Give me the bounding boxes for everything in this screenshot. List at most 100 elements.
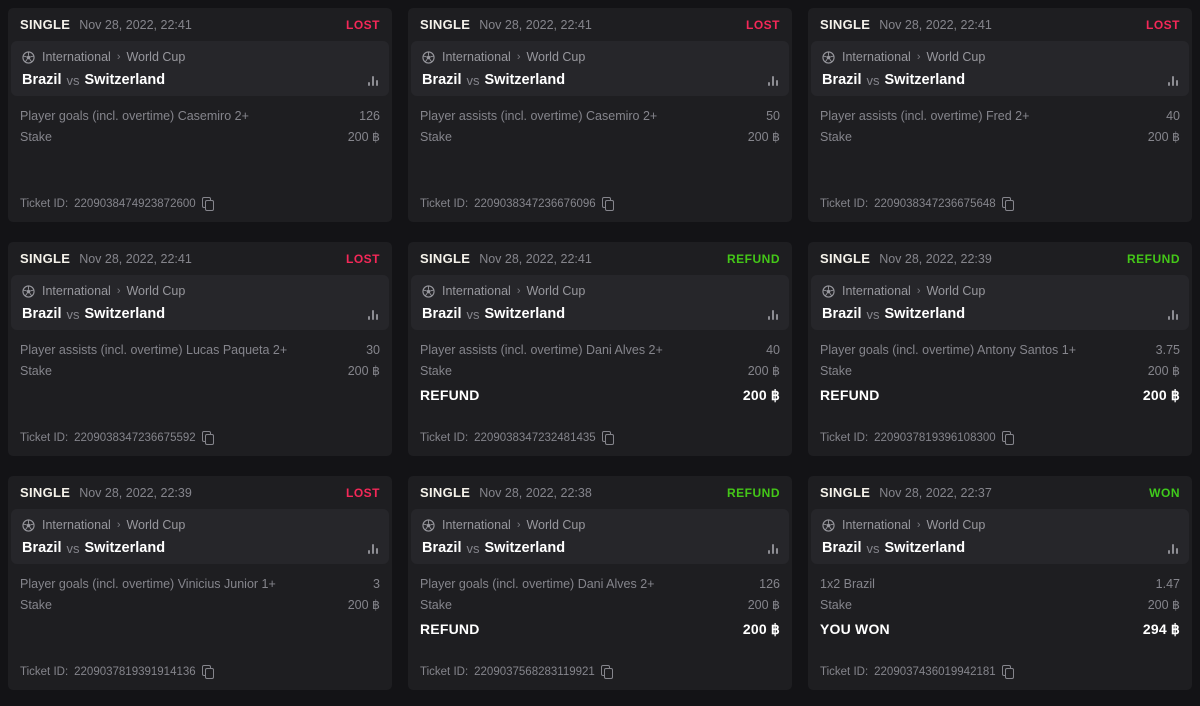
ticket-header: SINGLE Nov 28, 2022, 22:41 REFUND xyxy=(420,242,780,275)
market-row: Player goals (incl. overtime) Antony San… xyxy=(820,340,1180,360)
league-category[interactable]: International xyxy=(842,284,911,298)
bar-chart-icon[interactable] xyxy=(368,309,378,320)
bet-details: Player assists (incl. overtime) Casemiro… xyxy=(420,106,780,147)
copy-icon[interactable] xyxy=(1002,197,1014,210)
copy-icon[interactable] xyxy=(202,197,214,210)
event-panel[interactable]: International › World Cup Brazil vs Swit… xyxy=(411,275,789,330)
market-row: Player assists (incl. overtime) Dani Alv… xyxy=(420,340,780,360)
ticket-header: SINGLE Nov 28, 2022, 22:41 LOST xyxy=(420,8,780,41)
event-panel[interactable]: International › World Cup Brazil vs Swit… xyxy=(11,509,389,564)
bar-chart-icon[interactable] xyxy=(768,543,778,554)
market-label: Player goals (incl. overtime) Dani Alves… xyxy=(420,577,654,591)
league-category[interactable]: International xyxy=(442,284,511,298)
league-name[interactable]: World Cup xyxy=(926,50,985,64)
copy-icon[interactable] xyxy=(1002,665,1014,678)
league-category[interactable]: International xyxy=(442,518,511,532)
event-panel[interactable]: International › World Cup Brazil vs Swit… xyxy=(411,509,789,564)
away-team: Switzerland xyxy=(885,72,966,88)
vs-label: vs xyxy=(867,73,880,88)
vs-label: vs xyxy=(67,73,80,88)
bar-chart-icon[interactable] xyxy=(1168,75,1178,86)
bar-chart-icon[interactable] xyxy=(1168,543,1178,554)
result-value: 294 ฿ xyxy=(1143,621,1180,638)
league-category[interactable]: International xyxy=(842,50,911,64)
soccer-ball-icon xyxy=(422,519,435,532)
event-panel[interactable]: International › World Cup Brazil vs Swit… xyxy=(11,275,389,330)
league-name[interactable]: World Cup xyxy=(126,518,185,532)
bet-details: Player assists (incl. overtime) Fred 2+ … xyxy=(820,106,1180,147)
bet-details: Player assists (incl. overtime) Dani Alv… xyxy=(420,340,780,407)
bet-type-label: SINGLE xyxy=(420,485,470,500)
league-name[interactable]: World Cup xyxy=(126,284,185,298)
result-value: 200 ฿ xyxy=(743,621,780,638)
bet-ticket-card[interactable]: SINGLE Nov 28, 2022, 22:41 LOST Internat… xyxy=(8,242,392,456)
teams-row: Brazil vs Switzerland xyxy=(422,540,778,556)
bet-ticket-card[interactable]: SINGLE Nov 28, 2022, 22:41 LOST Internat… xyxy=(808,8,1192,222)
copy-icon[interactable] xyxy=(202,431,214,444)
bet-ticket-card[interactable]: SINGLE Nov 28, 2022, 22:41 LOST Internat… xyxy=(408,8,792,222)
league-row: International › World Cup xyxy=(422,518,778,532)
bar-chart-icon[interactable] xyxy=(768,309,778,320)
league-row: International › World Cup xyxy=(822,50,1178,64)
event-panel[interactable]: International › World Cup Brazil vs Swit… xyxy=(411,41,789,96)
bet-details: Player goals (incl. overtime) Dani Alves… xyxy=(420,574,780,641)
result-row: REFUND 200 ฿ xyxy=(820,384,1180,407)
bet-ticket-card[interactable]: SINGLE Nov 28, 2022, 22:41 REFUND Intern… xyxy=(408,242,792,456)
bet-ticket-card[interactable]: SINGLE Nov 28, 2022, 22:38 REFUND Intern… xyxy=(408,476,792,690)
ticket-id-prefix: Ticket ID: xyxy=(20,432,68,444)
bet-details: Player goals (incl. overtime) Vinicius J… xyxy=(20,574,380,615)
bar-chart-icon[interactable] xyxy=(1168,309,1178,320)
league-category[interactable]: International xyxy=(42,50,111,64)
vs-label: vs xyxy=(867,307,880,322)
market-row: 1x2 Brazil 1.47 xyxy=(820,574,1180,594)
copy-icon[interactable] xyxy=(601,665,613,678)
copy-icon[interactable] xyxy=(1002,431,1014,444)
ticket-footer: Ticket ID: 2209038347236675592 xyxy=(20,431,380,444)
bet-type-label: SINGLE xyxy=(420,251,470,266)
result-value: 200 ฿ xyxy=(743,387,780,404)
ticket-id-value: 2209038347232481435 xyxy=(474,432,596,444)
home-team: Brazil xyxy=(422,306,462,322)
event-panel[interactable]: International › World Cup Brazil vs Swit… xyxy=(811,41,1189,96)
market-label: Player goals (incl. overtime) Vinicius J… xyxy=(20,577,276,591)
stake-row: Stake 200 ฿ xyxy=(820,360,1180,381)
ticket-header: SINGLE Nov 28, 2022, 22:41 LOST xyxy=(820,8,1180,41)
bet-ticket-card[interactable]: SINGLE Nov 28, 2022, 22:41 LOST Internat… xyxy=(8,8,392,222)
league-category[interactable]: International xyxy=(42,284,111,298)
copy-icon[interactable] xyxy=(202,665,214,678)
odds-value: 3 xyxy=(373,577,380,591)
league-name[interactable]: World Cup xyxy=(926,284,985,298)
bet-ticket-card[interactable]: SINGLE Nov 28, 2022, 22:37 WON Internati… xyxy=(808,476,1192,690)
stake-row: Stake 200 ฿ xyxy=(420,594,780,615)
event-panel[interactable]: International › World Cup Brazil vs Swit… xyxy=(811,509,1189,564)
ticket-id-prefix: Ticket ID: xyxy=(420,666,468,678)
copy-icon[interactable] xyxy=(602,197,614,210)
stake-value: 200 ฿ xyxy=(748,363,780,378)
bet-details: 1x2 Brazil 1.47 Stake 200 ฿ YOU WON 294 … xyxy=(820,574,1180,641)
bet-ticket-card[interactable]: SINGLE Nov 28, 2022, 22:39 REFUND Intern… xyxy=(808,242,1192,456)
copy-icon[interactable] xyxy=(602,431,614,444)
event-panel[interactable]: International › World Cup Brazil vs Swit… xyxy=(811,275,1189,330)
league-name[interactable]: World Cup xyxy=(526,284,585,298)
league-name[interactable]: World Cup xyxy=(526,50,585,64)
league-row: International › World Cup xyxy=(422,50,778,64)
bar-chart-icon[interactable] xyxy=(368,543,378,554)
league-row: International › World Cup xyxy=(22,50,378,64)
league-category[interactable]: International xyxy=(42,518,111,532)
bar-chart-icon[interactable] xyxy=(768,75,778,86)
stake-label: Stake xyxy=(420,598,452,612)
league-name[interactable]: World Cup xyxy=(526,518,585,532)
event-panel[interactable]: International › World Cup Brazil vs Swit… xyxy=(11,41,389,96)
bet-ticket-card[interactable]: SINGLE Nov 28, 2022, 22:39 LOST Internat… xyxy=(8,476,392,690)
league-name[interactable]: World Cup xyxy=(926,518,985,532)
league-name[interactable]: World Cup xyxy=(126,50,185,64)
league-category[interactable]: International xyxy=(442,50,511,64)
market-row: Player assists (incl. overtime) Fred 2+ … xyxy=(820,106,1180,126)
market-row: Player assists (incl. overtime) Casemiro… xyxy=(420,106,780,126)
league-category[interactable]: International xyxy=(842,518,911,532)
market-row: Player goals (incl. overtime) Vinicius J… xyxy=(20,574,380,594)
status-badge: REFUND xyxy=(727,486,780,500)
bar-chart-icon[interactable] xyxy=(368,75,378,86)
result-label: REFUND xyxy=(420,621,480,637)
away-team: Switzerland xyxy=(85,540,166,556)
